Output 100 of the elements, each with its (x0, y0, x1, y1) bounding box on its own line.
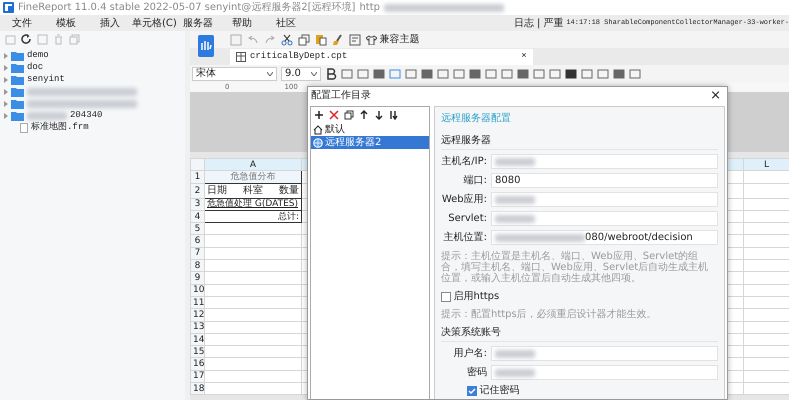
row-header[interactable]: 1 (190, 170, 204, 184)
delete-icon[interactable] (329, 110, 339, 120)
menu-item[interactable]: 帮助 (220, 16, 264, 30)
checkbox[interactable] (467, 386, 477, 396)
row-header[interactable]: 7 (190, 247, 204, 260)
shirt-icon (366, 34, 377, 44)
column-header[interactable]: L (744, 158, 789, 171)
menu-item[interactable]: 插入 (88, 16, 132, 30)
section-title: 决策系统账号 (441, 324, 718, 342)
menu-item[interactable]: 模板 (44, 16, 88, 30)
row-header[interactable]: 15 (190, 346, 204, 358)
input-field[interactable]: 8080 (491, 173, 718, 188)
input-field[interactable]: 080/webroot/decision (491, 230, 718, 245)
row-header[interactable]: 16 (190, 358, 204, 370)
row-header[interactable]: 14 (190, 333, 204, 346)
slash-header-label: 科室 (243, 184, 263, 198)
section-title: 远程服务器 (441, 132, 718, 150)
row-header[interactable]: 8 (190, 260, 204, 272)
home-icon (313, 124, 323, 134)
checkbox-option[interactable]: 启用https (441, 288, 718, 305)
tree-item[interactable]: 204340 (0, 110, 185, 122)
url-text: http (359, 1, 380, 15)
item-name: 204340 (70, 109, 102, 122)
folder-icon (11, 51, 24, 61)
close-icon[interactable]: × (521, 50, 527, 64)
checkmark-icon (468, 388, 476, 394)
row-header[interactable]: 10 (190, 284, 204, 296)
item-name: senyint (27, 73, 65, 86)
template-icon[interactable] (349, 34, 361, 46)
row-header[interactable]: 11 (190, 296, 204, 309)
up-arrow-icon[interactable] (359, 110, 369, 120)
hint-text: 提示：配置https后，必须重启设计器才能生效。 (441, 309, 658, 320)
grid-icon (236, 52, 246, 62)
checkbox-option[interactable]: 记住密码 (441, 382, 718, 399)
close-icon[interactable]: × (710, 87, 721, 106)
cut-icon[interactable] (281, 34, 293, 46)
tree-item[interactable]: 标准地图.frm (0, 122, 185, 134)
tree-item[interactable]: doc (0, 62, 185, 74)
input-field[interactable] (491, 211, 718, 226)
row-header[interactable]: 6 (190, 234, 204, 248)
tree-item[interactable]: demo (0, 50, 185, 62)
field-label: 端口: (462, 174, 487, 188)
log-level: 严重 (543, 16, 564, 30)
menu-item[interactable]: 文件 (0, 16, 44, 30)
input-field[interactable] (491, 192, 718, 207)
item-name: 标准地图.frm (31, 121, 89, 134)
copy-icon[interactable] (344, 110, 354, 120)
table-cell: 危急值分布 (204, 170, 302, 184)
menu-item[interactable]: 服务器 (176, 16, 220, 30)
globe-icon (313, 138, 323, 148)
row-header[interactable]: 13 (190, 321, 204, 334)
theme-button[interactable]: 兼容主题 (366, 32, 420, 47)
slash-header-label: 日期 (207, 184, 227, 198)
table-cell: 危急值处理 G(DATES) (204, 198, 302, 210)
row-header[interactable]: 12 (190, 308, 204, 322)
font-dropdown[interactable]: 宋体 (192, 66, 277, 80)
add-icon[interactable] (314, 110, 324, 120)
row-header[interactable]: 18 (190, 382, 204, 395)
paste-icon[interactable] (315, 34, 327, 46)
slash-header-label: 数量 (279, 184, 299, 198)
input-field[interactable] (491, 365, 718, 380)
file-tab[interactable]: criticalByDept.cpt × (230, 48, 533, 64)
brush-icon[interactable] (332, 34, 344, 46)
row-header[interactable]: 9 (190, 272, 204, 284)
table-cell: 总计: (204, 210, 302, 223)
field-label: 密码 (466, 366, 487, 380)
refresh-icon[interactable] (21, 34, 32, 45)
caret-icon (311, 72, 317, 76)
file-icon (20, 123, 28, 133)
tree-item[interactable]: senyint (0, 74, 185, 86)
input-field[interactable] (491, 154, 718, 169)
directory-item[interactable]: 远程服务器2 (311, 136, 429, 149)
row-header[interactable]: 2 (190, 183, 204, 198)
directory-item[interactable]: 默认 (311, 123, 429, 136)
menu-item[interactable]: 单元格(C) (132, 16, 176, 30)
folder-icon (11, 111, 24, 121)
copy-icon[interactable] (298, 34, 310, 46)
input-field[interactable] (491, 346, 718, 361)
sort-icon[interactable] (389, 110, 399, 120)
menu-item[interactable]: 社区 (264, 16, 308, 30)
select-all-handle[interactable] (190, 158, 204, 171)
folder-icon (11, 87, 24, 97)
field-label: Servlet: (447, 212, 487, 226)
size-dropdown[interactable]: 9.0 (281, 66, 321, 80)
hint-text: 提示：主机位置是主机名、端口、Web应用、Servlet的组合，填写主机名、端口、Web应用、Servlet后自动生成主机位置，或输入主机位置后自动生成其他四项。 (441, 251, 710, 284)
caret-icon (267, 72, 273, 76)
field-label: 主机位置: (442, 230, 487, 245)
row-header[interactable]: 3 (190, 198, 204, 210)
log-label[interactable]: 日志 (514, 16, 534, 30)
field-label: Web应用: (441, 192, 487, 207)
designer-logo-icon[interactable] (198, 35, 214, 57)
down-arrow-icon[interactable] (374, 110, 384, 120)
item-name: demo (27, 49, 49, 62)
row-header[interactable]: 5 (190, 222, 204, 235)
row-header[interactable]: 17 (190, 370, 204, 383)
bold-icon[interactable] (325, 68, 337, 80)
row-header[interactable]: 4 (190, 210, 204, 223)
checkbox[interactable] (441, 292, 451, 302)
column-header[interactable]: A (204, 158, 302, 171)
log-separator: | (536, 16, 540, 30)
